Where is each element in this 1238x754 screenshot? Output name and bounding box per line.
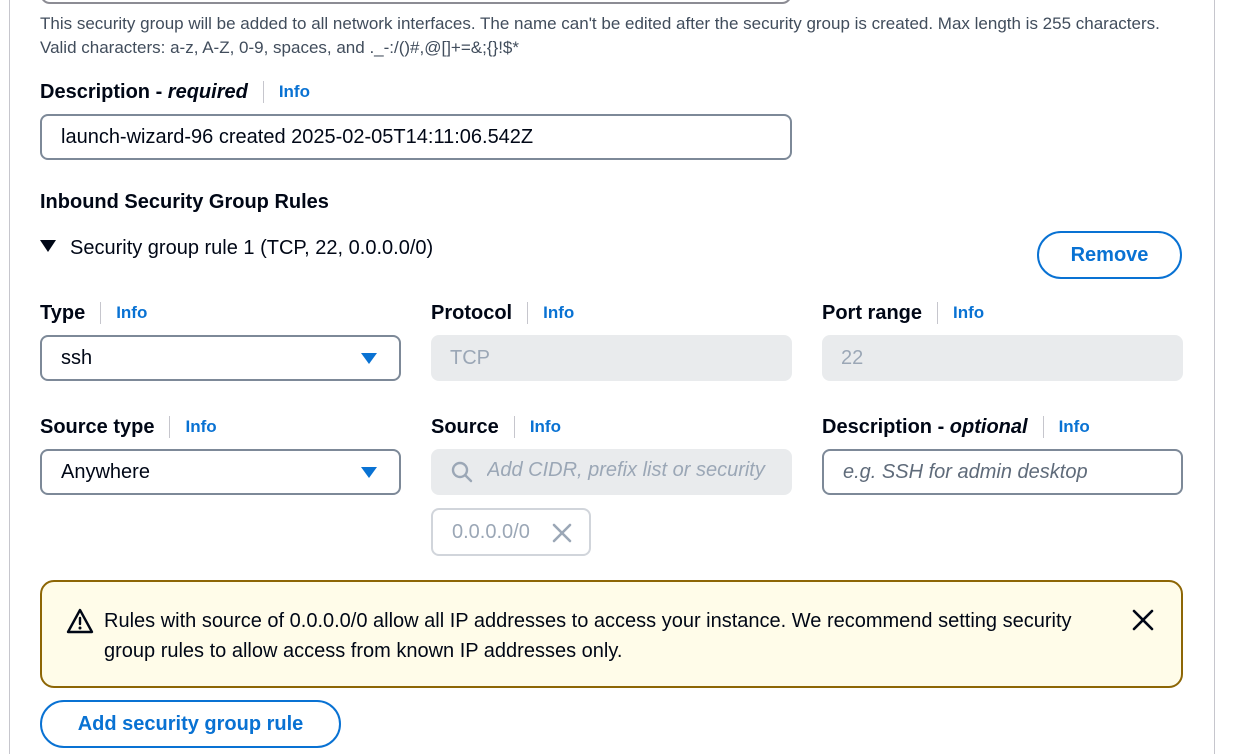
description-input[interactable]: launch-wizard-96 created 2025-02-05T14:1… — [40, 114, 792, 160]
description-input-value: launch-wizard-96 created 2025-02-05T14:1… — [61, 125, 534, 148]
port-range-value: 22 — [841, 346, 864, 369]
warning-message: Rules with source of 0.0.0.0/0 allow all… — [104, 610, 1072, 662]
dropdown-caret-icon — [361, 353, 377, 364]
source-label-row: Source Info — [431, 414, 561, 440]
divider — [100, 302, 102, 324]
protocol-label-row: Protocol Info — [431, 300, 574, 326]
rule-description-label-row: Description - optional Info — [822, 414, 1090, 440]
source-search-input[interactable]: Add CIDR, prefix list or security — [431, 449, 792, 495]
open-source-warning-alert: Rules with source of 0.0.0.0/0 allow all… — [40, 580, 1183, 688]
divider — [262, 81, 264, 103]
search-icon — [451, 461, 473, 483]
close-icon[interactable] — [551, 522, 573, 544]
protocol-label: Protocol — [431, 301, 513, 324]
type-label: Type — [40, 301, 86, 324]
warning-icon — [66, 608, 94, 634]
close-icon[interactable] — [1131, 608, 1155, 632]
source-token-label: 0.0.0.0/0 — [452, 520, 530, 543]
remove-rule-button[interactable]: Remove — [1037, 231, 1182, 279]
rule-description-placeholder: e.g. SSH for admin desktop — [843, 460, 1088, 483]
dropdown-caret-icon — [361, 467, 377, 478]
port-range-label: Port range — [822, 301, 923, 324]
inbound-rules-title: Inbound Security Group Rules — [40, 191, 329, 213]
port-range-field: 22 — [822, 335, 1183, 381]
caret-down-icon — [40, 239, 56, 252]
source-token: 0.0.0.0/0 — [431, 508, 591, 556]
description-label-row: Description - required Info — [40, 79, 310, 105]
port-range-label-row: Port range Info — [822, 300, 984, 326]
description-label: Description - required — [40, 80, 248, 103]
description-info-link[interactable]: Info — [279, 82, 310, 102]
rule-1-summary: Security group rule 1 (TCP, 22, 0.0.0.0/… — [70, 237, 434, 259]
source-type-select[interactable]: Anywhere — [40, 449, 401, 495]
source-type-info-link[interactable]: Info — [185, 417, 216, 437]
type-select[interactable]: ssh — [40, 335, 401, 381]
divider — [1042, 416, 1044, 438]
type-select-value: ssh — [61, 346, 93, 369]
protocol-value: TCP — [450, 346, 490, 369]
protocol-field: TCP — [431, 335, 792, 381]
source-type-label-row: Source type Info — [40, 414, 217, 440]
rule-description-input[interactable]: e.g. SSH for admin desktop — [822, 449, 1183, 495]
source-search-placeholder: Add CIDR, prefix list or security — [487, 459, 765, 481]
type-info-link[interactable]: Info — [116, 303, 147, 323]
source-label: Source — [431, 415, 499, 438]
rule-1-expand-toggle[interactable]: Security group rule 1 (TCP, 22, 0.0.0.0/… — [40, 237, 433, 260]
source-type-label: Source type — [40, 415, 155, 438]
divider — [169, 416, 171, 438]
protocol-info-link[interactable]: Info — [543, 303, 574, 323]
divider — [937, 302, 939, 324]
security-group-name-input[interactable] — [40, 0, 792, 4]
add-security-group-rule-button[interactable]: Add security group rule — [40, 700, 341, 748]
rule-description-info-link[interactable]: Info — [1059, 417, 1090, 437]
type-label-row: Type Info — [40, 300, 147, 326]
divider — [527, 302, 529, 324]
divider — [513, 416, 515, 438]
source-info-link[interactable]: Info — [530, 417, 561, 437]
port-range-info-link[interactable]: Info — [953, 303, 984, 323]
rule-description-label: Description - optional — [822, 415, 1028, 438]
source-type-value: Anywhere — [61, 460, 150, 483]
name-hint-text: This security group will be added to all… — [40, 14, 1160, 57]
